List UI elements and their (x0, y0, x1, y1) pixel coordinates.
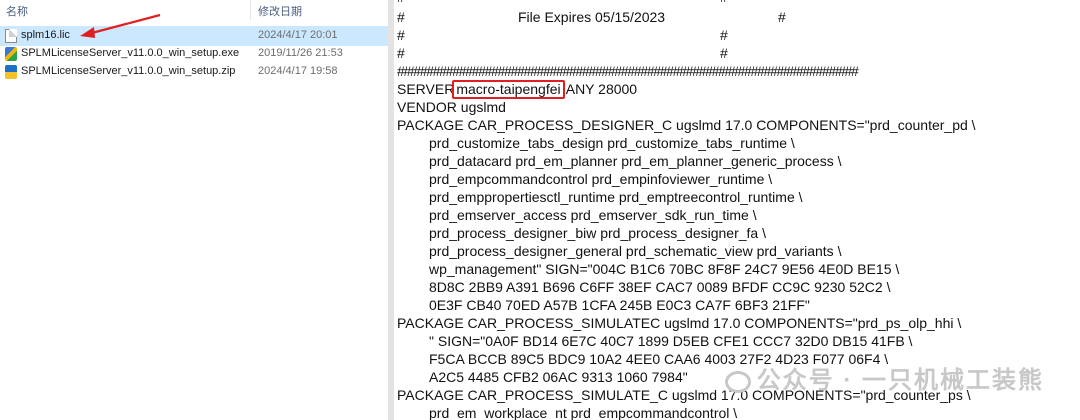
wechat-logo-icon (724, 370, 751, 393)
file-row-setup-zip[interactable]: SPLMLicenseServer_v11.0.0_win_setup.zip … (0, 62, 388, 82)
text-line: prd_em_workplace_nt prd_empcommandcontro… (429, 405, 738, 420)
hash-separator-line: ########################################… (397, 63, 859, 79)
text-line: prd_emserver_access prd_emserver_sdk_run… (429, 207, 757, 223)
server-line: SERVER macro-taipengfei ANY 28000 (397, 80, 637, 99)
text-line: A2C5 4485 CFB2 06AC 9313 1060 7984" (429, 369, 688, 385)
text-line: prd_process_designer_biw prd_process_des… (429, 225, 766, 241)
watermark-text: 公众号 · 一只机械工装熊 (756, 367, 1044, 394)
text-line: 0E3F CB40 70ED A57B 1CFA 245B E0C3 CA7F … (429, 297, 810, 313)
server-hostname-highlight: macro-taipengfei (452, 80, 565, 99)
red-arrow-annotation (80, 13, 161, 38)
vendor-line: VENDOR ugslmd (397, 99, 506, 115)
hash-mark: # (397, 45, 405, 61)
text-line: PACKAGE CAR_PROCESS_DESIGNER_C ugslmd 17… (397, 117, 976, 133)
watermark: 公众号 · 一只机械工装熊 (724, 360, 1044, 395)
hash-mark: # (720, 0, 728, 6)
text-line: 8D8C 2BB9 A391 B696 C6FF 38EF CAC7 0089 … (429, 279, 891, 295)
text-line: prd_datacard prd_em_planner prd_em_plann… (429, 153, 842, 169)
file-name: SPLMLicenseServer_v11.0.0_win_setup.zip (21, 65, 236, 77)
text-line: prd_customize_tabs_design prd_customize_… (429, 135, 795, 151)
license-text-document[interactable]: # # # File Expires 05/15/2023 # # # # # … (394, 0, 1080, 420)
server-prefix: SERVER (397, 81, 455, 97)
server-suffix: ANY 28000 (565, 81, 638, 97)
hash-mark: # (397, 9, 405, 25)
text-line: prd_empcommandcontrol prd_empinfoviewer_… (429, 171, 773, 187)
text-line: " SIGN="0A0F BD14 6E7C 40C7 1899 D5EB CF… (429, 333, 913, 349)
hash-mark: # (720, 27, 728, 43)
file-date: 2024/4/17 19:58 (258, 65, 338, 77)
text-line: wp_management" SIGN="004C B1C6 70BC 8F8F… (429, 261, 900, 277)
zip-icon (5, 65, 17, 79)
text-line: prd_process_designer_general prd_schemat… (429, 243, 842, 259)
file-explorer-pane: 名称 修改日期 splm16.lic 2024/4/17 20:01 SPLML… (0, 0, 388, 420)
hash-mark: # (397, 27, 405, 43)
hash-mark: # (397, 0, 405, 6)
hash-mark: # (778, 9, 786, 25)
text-line: PACKAGE CAR_PROCESS_SIMULATEC ugslmd 17.… (397, 315, 962, 331)
file-expires-text: File Expires 05/15/2023 (518, 9, 666, 25)
hash-mark: # (720, 45, 728, 61)
text-line: prd_emppropertiesctl_runtime prd_emptree… (429, 189, 803, 205)
